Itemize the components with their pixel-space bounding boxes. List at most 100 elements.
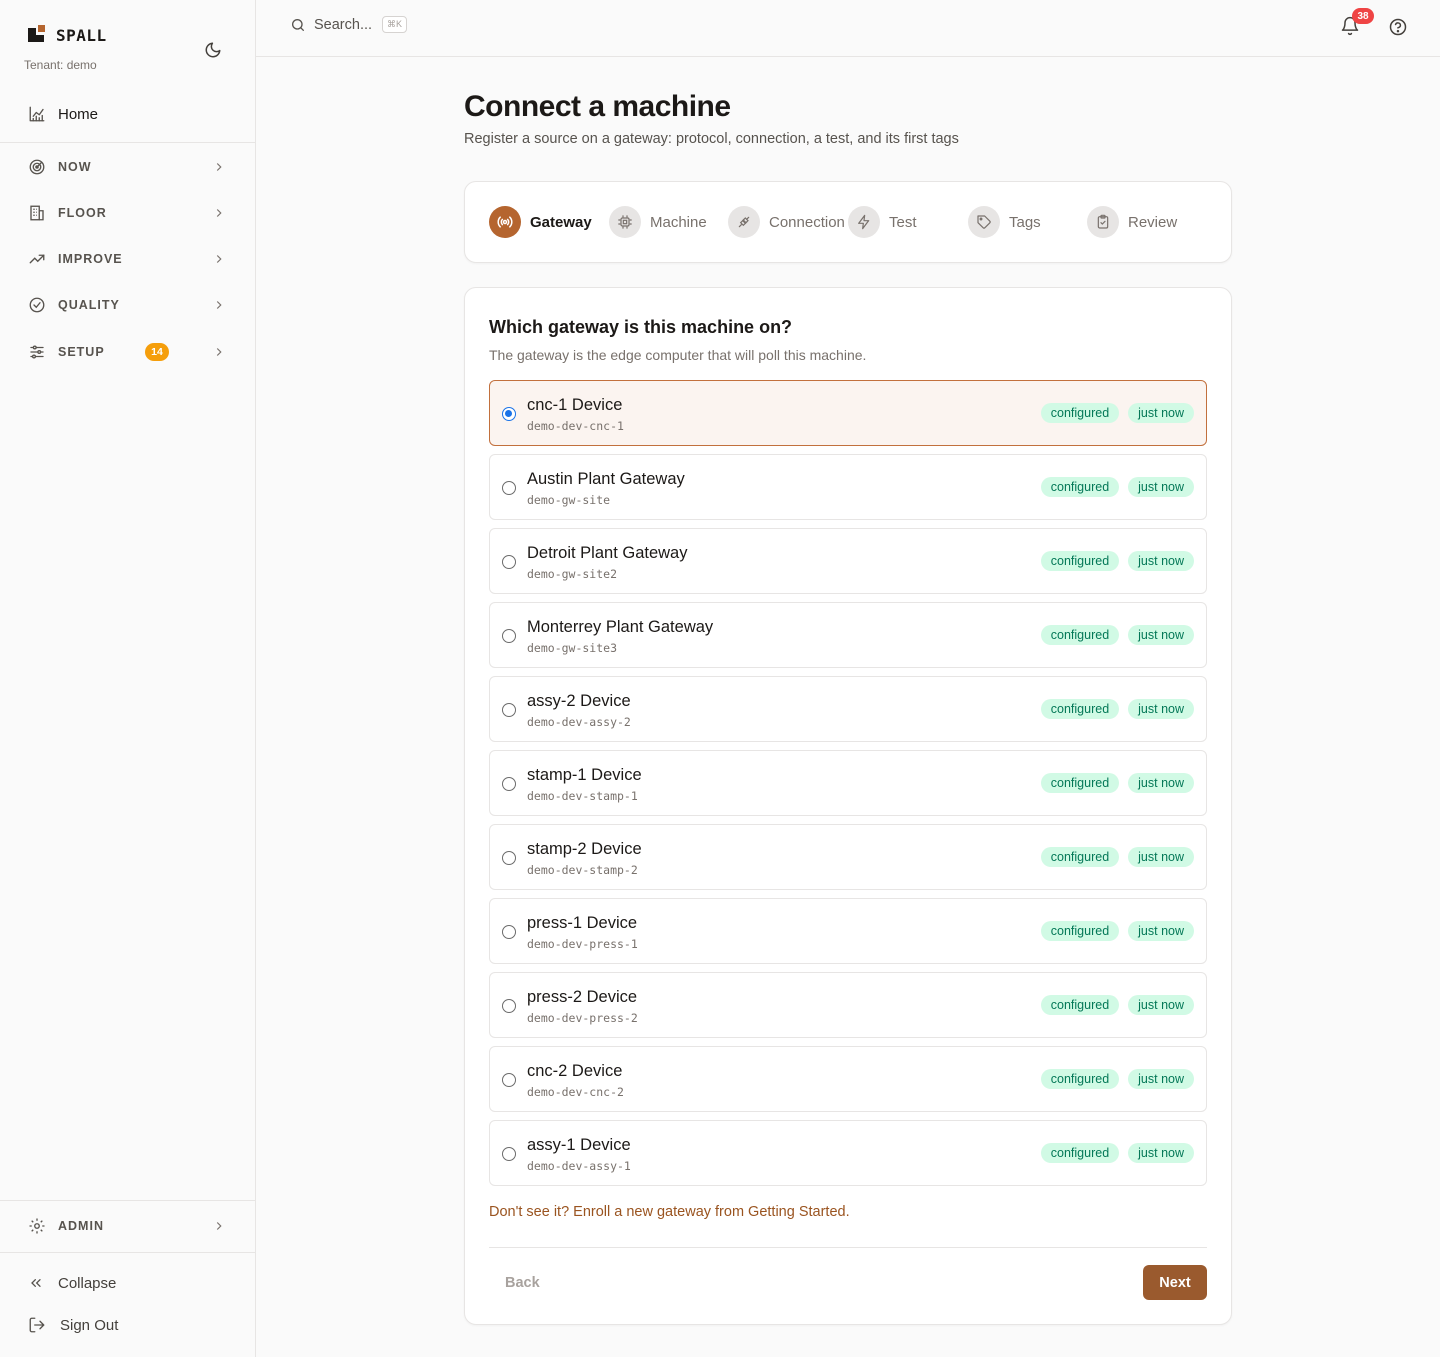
help-button[interactable] [1388,17,1410,39]
brand-name: SPALL [56,25,107,45]
last-seen-badge: just now [1128,1143,1194,1163]
status-badge: configured [1040,477,1120,497]
notifications-button[interactable]: 38 [1340,8,1374,40]
last-seen-badge: just now [1128,847,1194,867]
help-circle-icon [1389,18,1407,36]
gateway-option[interactable]: press-1 Device demo-dev-press-1 configur… [489,898,1207,964]
topbar: Search... ⌘K 38 [256,0,1440,57]
status-badge: configured [1040,625,1120,645]
gateway-option[interactable]: cnc-1 Device demo-dev-cnc-1 configured ju… [489,380,1207,446]
status-badge: configured [1040,773,1120,793]
radar-icon [28,158,46,176]
radio-button[interactable] [502,481,516,495]
sliders-icon [28,343,46,361]
radio-button[interactable] [502,555,516,569]
back-button[interactable]: Back [489,1265,556,1301]
gateway-name: Monterrey Plant Gateway [527,618,714,636]
radio-button[interactable] [502,851,516,865]
gateway-option[interactable]: Austin Plant Gateway demo-gw-site config… [489,454,1207,520]
wizard-stepper: Gateway Machine Connection Test Tags Rev… [464,181,1232,263]
gateway-id: demo-dev-press-1 [527,937,638,951]
gateway-name: cnc-1 Device [527,396,623,414]
radio-button[interactable] [502,407,516,421]
last-seen-badge: just now [1128,477,1194,497]
chevron-right-icon [216,301,222,309]
nav-home[interactable]: Home [0,92,255,136]
step-gateway[interactable]: Gateway [489,206,592,238]
search-icon [292,18,304,31]
chevron-right-icon [216,163,222,171]
nav-group-floor[interactable]: FLOOR [0,193,255,233]
step-connection[interactable]: Connection [728,206,845,238]
gateway-id: demo-dev-press-2 [527,1011,638,1025]
gateway-id: demo-dev-stamp-1 [527,789,638,803]
gateway-name: press-1 Device [527,914,638,932]
gateway-name: assy-2 Device [527,692,631,710]
status-badge: configured [1040,1143,1120,1163]
notification-count-badge: 38 [1352,8,1374,24]
gateway-name: cnc-2 Device [527,1062,623,1080]
nav-group-now[interactable]: NOW [0,147,255,187]
last-seen-badge: just now [1128,403,1194,423]
radio-button[interactable] [502,629,516,643]
nav-group-admin[interactable]: ADMIN [0,1206,255,1246]
last-seen-badge: just now [1128,995,1194,1015]
gateway-option[interactable]: cnc-2 Device demo-dev-cnc-2 configured ju… [489,1046,1207,1112]
check-circle-icon [28,296,46,314]
gateway-name: stamp-2 Device [527,840,642,858]
step-tags[interactable]: Tags [968,206,1041,238]
step-test[interactable]: Test [848,206,917,238]
gateway-id: demo-dev-cnc-2 [527,1085,624,1099]
gateway-id: demo-dev-cnc-1 [527,419,624,433]
status-badge: configured [1040,403,1120,423]
nav-group-quality[interactable]: QUALITY [0,285,255,325]
step-machine[interactable]: Machine [609,206,707,238]
radio-button[interactable] [502,1147,516,1161]
status-badge: configured [1040,1069,1120,1089]
next-button[interactable]: Next [1143,1265,1207,1300]
chart-icon [29,106,45,122]
radio-button[interactable] [502,925,516,939]
broadcast-icon [489,206,521,238]
step-review[interactable]: Review [1087,206,1177,238]
gateway-option[interactable]: Detroit Plant Gateway demo-gw-site2 conf… [489,528,1207,594]
search-placeholder: Search... [314,16,373,33]
status-badge: configured [1040,921,1120,941]
gateway-option[interactable]: press-2 Device demo-dev-press-2 configur… [489,972,1207,1038]
logo-icon [26,24,48,46]
tag-icon [968,206,1000,238]
chevron-right-icon [216,255,222,263]
status-badge: configured [1040,847,1120,867]
nav-group-improve[interactable]: IMPROVE [0,239,255,279]
status-badge: configured [1040,995,1120,1015]
gateway-option[interactable]: stamp-1 Device demo-dev-stamp-1 configur… [489,750,1207,816]
radio-button[interactable] [502,703,516,717]
nav-home-label: Home [58,105,99,123]
enroll-gateway-link[interactable]: Don't see it? Enroll a new gateway from … [489,1204,850,1220]
gateway-option[interactable]: assy-2 Device demo-dev-assy-2 configured… [489,676,1207,742]
brand-logo[interactable]: SPALL [26,24,107,46]
trending-up-icon [28,250,46,268]
gateway-option[interactable]: Monterrey Plant Gateway demo-gw-site3 co… [489,602,1207,668]
gateway-option[interactable]: stamp-2 Device demo-dev-stamp-2 configur… [489,824,1207,890]
radio-button[interactable] [502,999,516,1013]
tenant-label: Tenant: demo [24,58,97,72]
last-seen-badge: just now [1128,551,1194,571]
theme-toggle-button[interactable] [201,38,225,62]
chevron-right-icon [216,348,222,356]
sidebar-divider [0,142,255,143]
gateway-name: assy-1 Device [527,1136,631,1154]
radio-button[interactable] [502,1073,516,1087]
last-seen-badge: just now [1128,625,1194,645]
radio-button[interactable] [502,777,516,791]
nav-group-setup[interactable]: SETUP 14 [0,332,255,372]
search-input[interactable]: Search... ⌘K [290,16,408,33]
gateway-id: demo-dev-assy-2 [527,715,631,729]
chevron-right-icon [216,1222,222,1230]
gateway-id: demo-gw-site3 [527,641,618,655]
sign-out-button[interactable]: Sign Out [0,1305,255,1345]
gateway-option[interactable]: assy-1 Device demo-dev-assy-1 configured… [489,1120,1207,1186]
collapse-button[interactable]: Collapse [0,1263,255,1303]
gear-icon [28,1217,46,1235]
gateway-name: Detroit Plant Gateway [527,544,688,562]
